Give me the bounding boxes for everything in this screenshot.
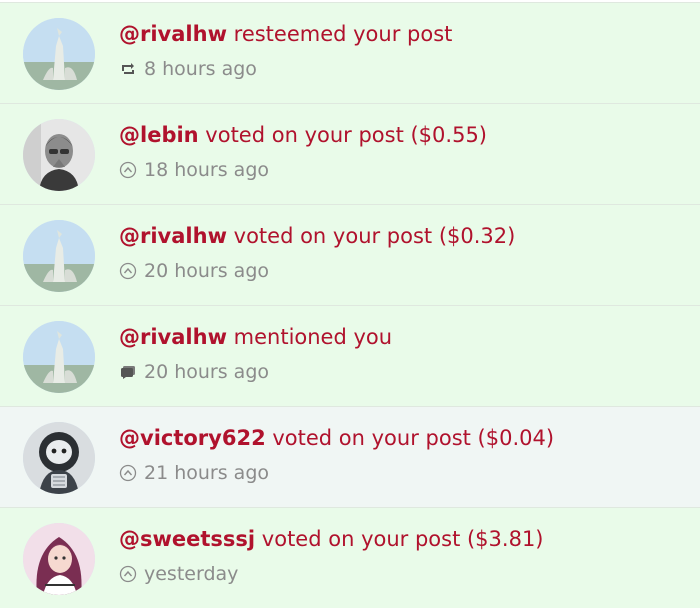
notification-meta: 20 hours ago [119,260,269,282]
notification-meta: 21 hours ago [119,462,269,484]
avatar[interactable] [23,119,95,191]
notification-time: yesterday [144,563,239,585]
mention-icon [119,363,137,381]
username-link[interactable]: @sweetsssj [119,527,255,551]
avatar[interactable] [23,422,95,494]
username-link[interactable]: @victory622 [119,426,266,450]
notification-action: voted on your post ($3.81) [255,527,544,551]
notification-item[interactable]: @rivalhw resteemed your post 8 hours ago [0,2,700,103]
notification-action: voted on your post ($0.55) [198,123,487,147]
resteem-icon [119,60,137,78]
notification-item[interactable]: @sweetsssj voted on your post ($3.81) ye… [0,507,700,608]
notification-meta: yesterday [119,563,238,585]
notification-text: @rivalhw mentioned you [119,324,392,350]
notification-item[interactable]: @rivalhw mentioned you 20 hours ago [0,305,700,406]
notification-action: mentioned you [226,325,393,349]
upvote-icon [119,161,137,179]
notification-time: 8 hours ago [144,58,257,80]
upvote-icon [119,464,137,482]
notification-time: 18 hours ago [144,159,270,181]
notification-meta: 20 hours ago [119,361,269,383]
username-link[interactable]: @rivalhw [119,224,227,248]
notification-action: voted on your post ($0.04) [265,426,555,450]
notification-time: 20 hours ago [144,260,270,282]
notification-item[interactable]: @rivalhw voted on your post ($0.32) 20 h… [0,204,700,305]
notification-text: @sweetsssj voted on your post ($3.81) [119,526,544,552]
upvote-icon [119,565,137,583]
upvote-icon [119,262,137,280]
notification-meta: 18 hours ago [119,159,269,181]
notification-meta: 8 hours ago [119,58,257,80]
username-link[interactable]: @lebin [119,123,199,147]
notification-text: @victory622 voted on your post ($0.04) [119,425,554,451]
notification-time: 20 hours ago [144,361,270,383]
avatar[interactable] [23,321,95,393]
notification-item[interactable]: @lebin voted on your post ($0.55) 18 hou… [0,103,700,204]
avatar[interactable] [23,18,95,90]
notification-text: @lebin voted on your post ($0.55) [119,122,487,148]
username-link[interactable]: @rivalhw [119,325,227,349]
avatar[interactable] [23,523,95,595]
notification-action: resteemed your post [226,22,453,46]
notification-text: @rivalhw voted on your post ($0.32) [119,223,515,249]
avatar[interactable] [23,220,95,292]
notification-list: @rivalhw resteemed your post 8 hours ago [0,0,700,608]
notification-text: @rivalhw resteemed your post [119,21,452,47]
username-link[interactable]: @rivalhw [119,22,227,46]
notification-item[interactable]: @victory622 voted on your post ($0.04) 2… [0,406,700,507]
notification-time: 21 hours ago [144,462,270,484]
notification-action: voted on your post ($0.32) [226,224,516,248]
